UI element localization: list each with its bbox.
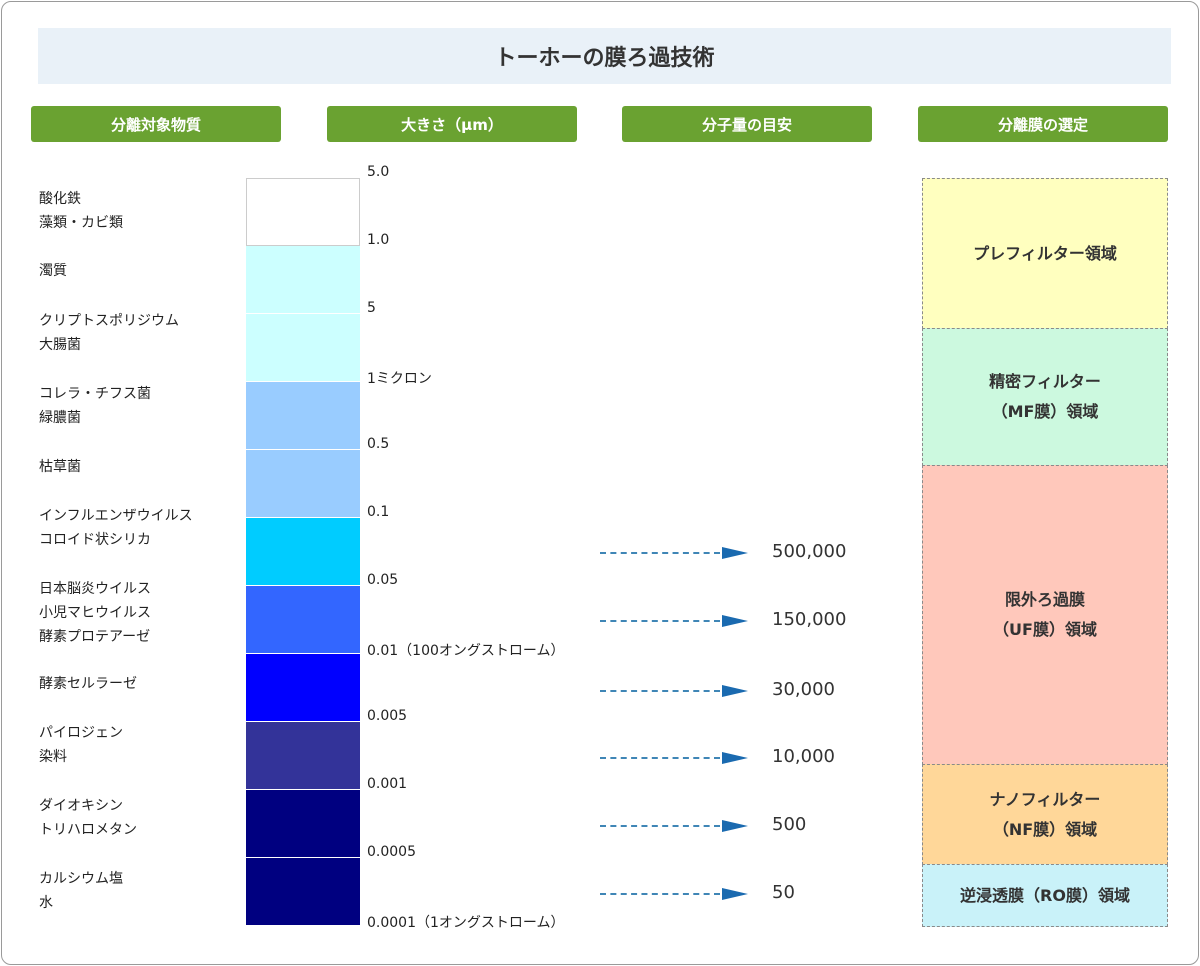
substance-line: 大腸菌 (39, 337, 81, 353)
substance-item: クリプトスポリジウム 大腸菌 (39, 309, 179, 357)
substance-item: 酵素セルラーゼ (39, 672, 137, 696)
substance-item: 濁質 (39, 259, 67, 283)
arrow-head-icon (722, 820, 748, 832)
substance-line: 酵素プロテアーゼ (39, 629, 151, 645)
region-label: ナノフィルター (989, 789, 1101, 809)
scale-segment (246, 450, 360, 518)
molecular-weight-row: 150,000 (600, 609, 900, 631)
page-title: トーホーの膜ろ過技術 (38, 28, 1171, 84)
substance-item: パイロジェン 染料 (39, 721, 123, 769)
molecular-weight-value: 500,000 (772, 541, 847, 562)
dashed-line (600, 893, 720, 895)
substance-item: ダイオキシン トリハロメタン (39, 794, 137, 842)
arrow-head-icon (722, 615, 748, 627)
substance-line: クリプトスポリジウム (39, 313, 179, 329)
substance-line: 染料 (39, 749, 67, 765)
scale-segment (246, 790, 360, 858)
region-label: 限外ろ過膜 (1004, 590, 1085, 609)
region-label: （UF膜）領域 (993, 620, 1097, 639)
size-label: 1.0 (367, 232, 390, 248)
dashed-line (600, 552, 720, 554)
size-label: 0.05 (367, 572, 399, 588)
substance-item: 酸化鉄 藻類・カビ類 (39, 187, 123, 235)
scale-segment (246, 178, 360, 246)
header-substances: 分離対象物質 (31, 106, 281, 142)
molecular-weight-row: 30,000 (600, 679, 900, 701)
substance-line: 酸化鉄 (39, 191, 81, 207)
scale-segment (246, 314, 360, 382)
molecular-weight-row: 50 (600, 882, 900, 904)
dashed-line (600, 757, 720, 759)
substance-line: 濁質 (39, 263, 67, 279)
region-prefilter: プレフィルター領域 (922, 178, 1168, 329)
dashed-line (600, 825, 720, 827)
region-label: （NF膜）領域 (992, 819, 1098, 839)
scale-segment (246, 722, 360, 790)
arrow-head-icon (722, 547, 748, 559)
region-label: プレフィルター領域 (973, 243, 1117, 263)
size-label: 1ミクロン (367, 371, 432, 387)
region-label: 精密フィルター (989, 372, 1101, 391)
substance-line: パイロジェン (39, 725, 123, 741)
substance-line: インフルエンザウイルス (39, 508, 193, 524)
substance-line: コロイド状シリカ (39, 532, 151, 548)
size-label: 0.0005 (367, 844, 416, 860)
molecular-weight-value: 150,000 (772, 609, 847, 630)
scale-segment (246, 518, 360, 586)
substance-item: カルシウム塩 水 (39, 867, 123, 915)
arrow-head-icon (722, 752, 748, 764)
header-membrane-selection: 分離膜の選定 (918, 106, 1168, 142)
arrow-head-icon (722, 685, 748, 697)
substance-line: 酵素セルラーゼ (39, 676, 137, 692)
size-label: 0.0001（1オングストローム） (367, 915, 565, 931)
size-label: 0.001 (367, 776, 408, 792)
scale-segment (246, 382, 360, 450)
substance-line: 藻類・カビ類 (39, 215, 123, 231)
molecular-weight-row: 10,000 (600, 746, 900, 768)
size-label: 0.5 (367, 436, 390, 452)
region-ro: 逆浸透膜（RO膜）領域 (922, 864, 1168, 927)
size-label: 0.01（100オングストローム） (367, 643, 565, 659)
molecular-weight-value: 500 (772, 814, 807, 835)
header-molecular-weight: 分子量の目安 (622, 106, 872, 142)
scale-segment (246, 246, 360, 314)
substance-line: 緑膿菌 (39, 410, 81, 426)
size-label: 0.005 (367, 708, 408, 724)
region-label: （MF膜）領域 (991, 402, 1099, 421)
molecular-weight-row: 500 (600, 814, 900, 836)
substance-item: インフルエンザウイルス コロイド状シリカ (39, 504, 193, 552)
region-nf: ナノフィルター （NF膜）領域 (922, 764, 1168, 865)
size-label: 0.1 (367, 504, 390, 520)
header-size: 大きさ（μm） (327, 106, 577, 142)
substance-line: カルシウム塩 (39, 871, 123, 887)
size-label: 5.0 (367, 164, 390, 180)
size-label: 5 (367, 300, 376, 316)
dashed-line (600, 690, 720, 692)
scale-segment (246, 586, 360, 654)
substance-line: 小児マヒウイルス (39, 605, 151, 621)
substance-item: 枯草菌 (39, 455, 81, 479)
dashed-line (600, 620, 720, 622)
molecular-weight-value: 50 (772, 882, 795, 903)
scale-segment (246, 654, 360, 722)
region-label: 逆浸透膜（RO膜）領域 (960, 885, 1130, 905)
substance-line: トリハロメタン (39, 822, 137, 838)
substance-line: 水 (39, 895, 53, 911)
substance-item: コレラ・チフス菌 緑膿菌 (39, 382, 151, 430)
substance-line: コレラ・チフス菌 (39, 386, 151, 402)
substance-line: 枯草菌 (39, 459, 81, 475)
substance-item: 日本脳炎ウイルス 小児マヒウイルス 酵素プロテアーゼ (39, 577, 151, 649)
arrow-head-icon (722, 888, 748, 900)
region-uf: 限外ろ過膜 （UF膜）領域 (922, 465, 1168, 765)
molecular-weight-value: 30,000 (772, 679, 835, 700)
substance-line: ダイオキシン (39, 798, 123, 814)
substance-line: 日本脳炎ウイルス (39, 581, 151, 597)
region-mf: 精密フィルター （MF膜）領域 (922, 328, 1168, 466)
molecular-weight-row: 500,000 (600, 541, 900, 563)
molecular-weight-value: 10,000 (772, 746, 835, 767)
scale-segment (246, 858, 360, 926)
